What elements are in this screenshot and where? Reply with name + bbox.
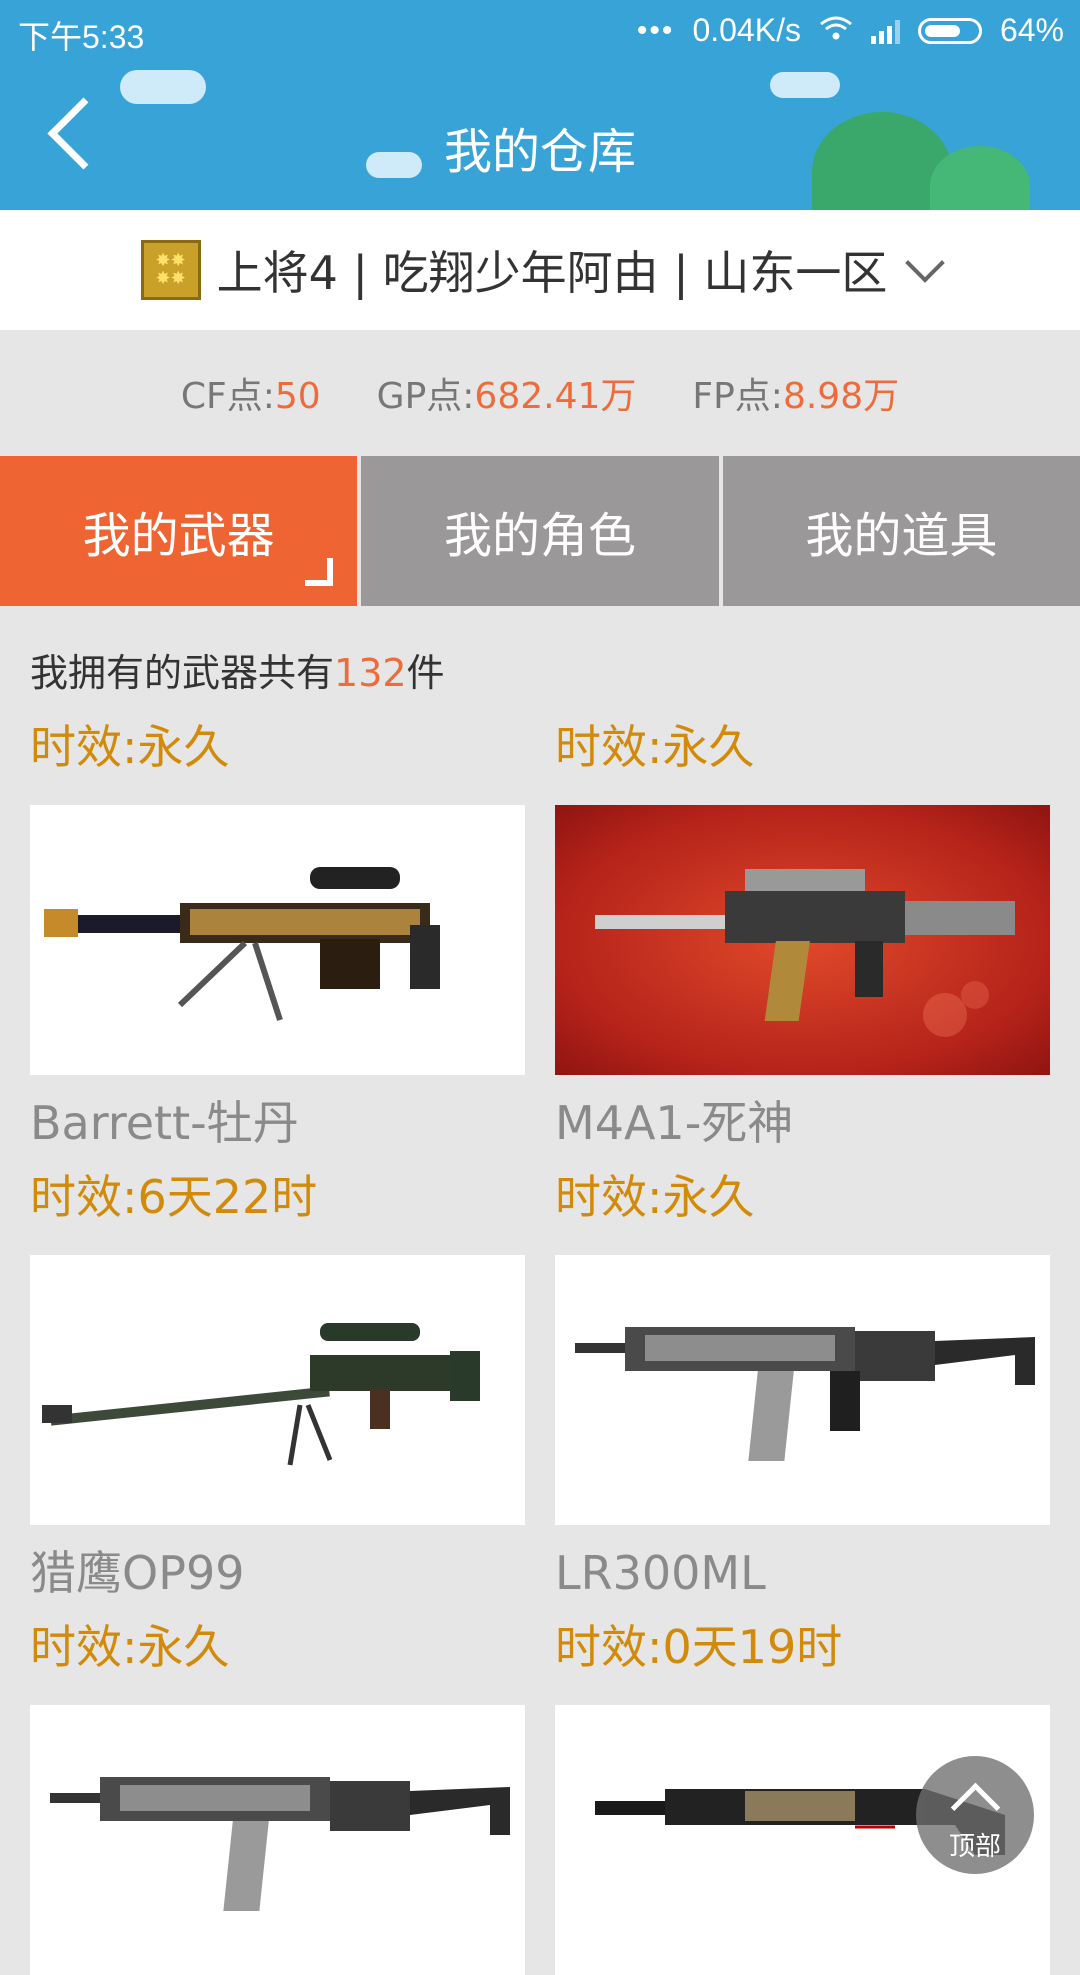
weapon-grid: 时效:永久 Barrett-牡丹 时效:永久 M4A1-死神 时效:6天22时 … bbox=[30, 715, 1050, 1975]
wifi-icon bbox=[819, 12, 853, 49]
weapon-name: Barrett-牡丹 bbox=[30, 1096, 299, 1150]
weapon-card[interactable]: 时效:永久 Barrett-牡丹 bbox=[30, 715, 525, 1165]
tab-characters[interactable]: 我的角色 bbox=[357, 456, 719, 606]
status-bar: 下午5:33 ••• 0.04K/s 64% bbox=[0, 0, 1080, 62]
network-speed: 0.04K/s bbox=[692, 12, 801, 48]
chevron-up-icon bbox=[950, 1782, 1001, 1833]
weapon-card[interactable]: 时效:永久 LR300ML bbox=[555, 1165, 1050, 1615]
cloud-decoration bbox=[770, 72, 840, 98]
weapon-card[interactable]: 时效:永久 bbox=[30, 1615, 525, 1975]
weapon-validity: 时效:永久 bbox=[30, 720, 230, 774]
tab-items[interactable]: 我的道具 bbox=[718, 456, 1080, 606]
page-title: 我的仓库 bbox=[443, 124, 636, 180]
weapon-validity: 时效:永久 bbox=[555, 1170, 755, 1224]
weapon-card[interactable]: 时效:6天22时 猎鹰OP99 bbox=[30, 1165, 525, 1615]
weapon-validity: 时效:永久 bbox=[555, 720, 755, 774]
header-bar: 下午5:33 ••• 0.04K/s 64% 我的仓库 bbox=[0, 0, 1080, 210]
battery-level: 64% bbox=[999, 12, 1064, 48]
cf-points: CF点:50 bbox=[180, 376, 321, 417]
account-selector[interactable]: ✸✸ ✸✸ 上将4 | 吃翔少年阿由 | 山东一区 bbox=[0, 210, 1080, 330]
cloud-decoration bbox=[120, 70, 206, 104]
points-summary: CF点:50 GP点:682.41万 FP点:8.98万 bbox=[0, 330, 1080, 456]
weapon-image[interactable] bbox=[555, 805, 1050, 1075]
weapon-card[interactable]: 时效:永久 M4A1-死神 bbox=[555, 715, 1050, 1165]
rank-badge-icon: ✸✸ ✸✸ bbox=[140, 240, 201, 300]
back-to-top-button[interactable]: 顶部 bbox=[916, 1756, 1034, 1874]
weapon-name: LR300ML bbox=[555, 1546, 766, 1600]
weapon-name: M4A1-死神 bbox=[555, 1096, 794, 1150]
back-to-top-label: 顶部 bbox=[948, 1832, 1001, 1862]
battery-icon bbox=[917, 17, 982, 44]
tab-weapons[interactable]: 我的武器 bbox=[0, 456, 358, 606]
fp-points: FP点:8.98万 bbox=[692, 376, 900, 417]
tab-bar: 我的武器 我的角色 我的道具 bbox=[0, 456, 1080, 606]
weapon-validity: 时效:0天19时 bbox=[555, 1620, 843, 1674]
weapon-count-summary: 我拥有的武器共有132件 bbox=[30, 651, 445, 695]
gp-points: GP点:682.41万 bbox=[376, 376, 637, 417]
chevron-down-icon[interactable] bbox=[905, 243, 946, 283]
account-info: 上将4 | 吃翔少年阿由 | 山东一区 bbox=[216, 246, 888, 300]
weapon-image[interactable] bbox=[555, 1255, 1050, 1525]
weapon-image[interactable] bbox=[30, 1705, 525, 1975]
weapon-image[interactable] bbox=[30, 805, 525, 1075]
status-time: 下午5:33 bbox=[18, 19, 145, 55]
weapon-validity: 时效:6天22时 bbox=[30, 1170, 318, 1224]
more-icon: ••• bbox=[636, 13, 675, 47]
weapon-name: 猎鹰OP99 bbox=[30, 1546, 245, 1600]
selected-corner-icon bbox=[305, 558, 334, 586]
weapon-validity: 时效:永久 bbox=[30, 1620, 230, 1674]
signal-icon bbox=[870, 18, 900, 44]
weapon-image[interactable] bbox=[30, 1255, 525, 1525]
